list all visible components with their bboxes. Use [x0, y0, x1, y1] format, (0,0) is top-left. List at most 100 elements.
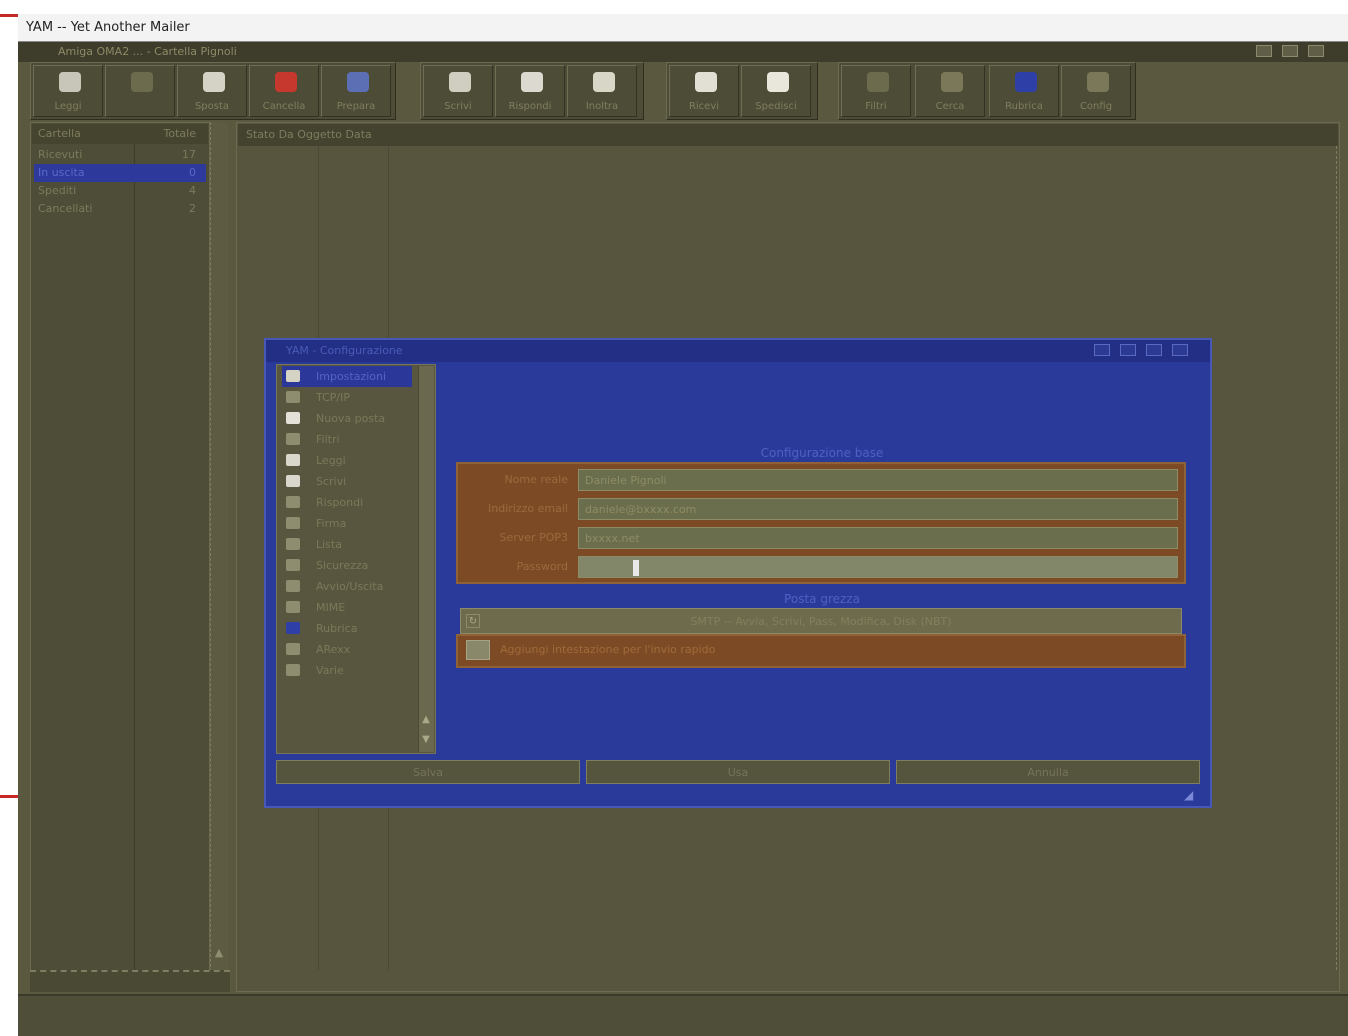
marker-line-top — [0, 14, 20, 17]
toolbar-button-reply[interactable]: Rispondi — [495, 65, 565, 117]
basic-config-form: Nome reale Daniele Pignoli Indirizzo ema… — [456, 462, 1186, 584]
toolbar-label-read: Leggi — [54, 101, 82, 112]
folder-item-deleted[interactable]: Cancellati 2 — [34, 200, 206, 218]
nav-item-list[interactable]: Lista — [282, 534, 412, 555]
form-row-realname: Nome reale Daniele Pignoli — [458, 466, 1184, 494]
folder-count: 17 — [182, 148, 196, 161]
newmail-icon — [286, 412, 300, 424]
screen-close-gadget[interactable] — [1308, 45, 1324, 57]
folder-list-header: Cartella Totale — [32, 124, 208, 144]
config-dialog-title-bar[interactable]: YAM - Configurazione — [266, 340, 1210, 362]
folder-item-outgoing[interactable]: In uscita 0 — [34, 164, 206, 182]
nav-label: Avvio/Uscita — [316, 580, 384, 593]
nav-item-startup[interactable]: Avvio/Uscita — [282, 576, 412, 597]
outer-window-title: YAM -- Yet Another Mailer — [18, 14, 1348, 42]
folder-item-sent[interactable]: Spediti 4 — [34, 182, 206, 200]
toolbar-label-move: Sposta — [194, 101, 230, 112]
cycle-gadget-icon[interactable]: ↻ — [466, 614, 480, 628]
nav-item-addressbook[interactable]: Rubrica — [282, 618, 412, 639]
dialog-iconify-gadget[interactable] — [1146, 344, 1162, 356]
pop3-server-field[interactable]: bxxxx.net — [578, 527, 1178, 549]
config-nav-items: Impostazioni TCP/IP Nuova posta Filtri L… — [278, 366, 418, 696]
nav-item-arexx[interactable]: ARexx — [282, 639, 412, 660]
nav-item-read[interactable]: Leggi — [282, 450, 412, 471]
folder-label: Spediti — [38, 184, 77, 197]
nav-item-filters[interactable]: Filtri — [282, 429, 412, 450]
screen-depth-gadget[interactable] — [1256, 45, 1272, 57]
screen-title-bar[interactable]: Amiga OMA2 ... - Cartella Pignoli — [18, 42, 1348, 62]
nav-scroll-up-arrow-icon[interactable]: ▲ — [418, 714, 434, 730]
cancel-button[interactable]: Annulla — [896, 760, 1200, 784]
nav-label: Lista — [316, 538, 342, 551]
use-button[interactable]: Usa — [586, 760, 890, 784]
nav-item-settings[interactable]: Impostazioni — [282, 366, 412, 387]
toolbar-button-read[interactable]: Leggi — [33, 65, 103, 117]
form-row-pop3: Server POP3 bxxxx.net — [458, 524, 1184, 552]
toolbar-button-write[interactable]: Scrivi — [423, 65, 493, 117]
password-label: Password — [516, 560, 568, 573]
screen-zoom-gadget[interactable] — [1282, 45, 1298, 57]
resize-handle-icon[interactable]: ◢ — [1184, 788, 1202, 804]
config-nav-scrollbar[interactable] — [418, 366, 434, 752]
receive-icon — [695, 72, 717, 92]
read-mail-icon — [59, 72, 81, 92]
folder-item-received[interactable]: Ricevuti 17 — [34, 146, 206, 164]
toolbar-button-addressbook[interactable]: Rubrica — [989, 65, 1059, 117]
toolbar-label-addressbook: Rubrica — [1005, 101, 1043, 112]
toolbar-button-edit[interactable] — [105, 65, 175, 117]
folder-list-scrollbar[interactable] — [210, 122, 228, 992]
email-field[interactable]: daniele@bxxxx.com — [578, 498, 1178, 520]
nav-label: MIME — [316, 601, 346, 614]
toolbar-button-send[interactable]: Spedisci — [741, 65, 811, 117]
realname-field[interactable]: Daniele Pignoli — [578, 469, 1178, 491]
toolbar-button-forward[interactable]: Inoltra — [567, 65, 637, 117]
dialog-depth-gadget[interactable] — [1094, 344, 1110, 356]
smtp-mode-cycle[interactable]: SMTP -- Avvia, Scrivi, Pass, Modifica, D… — [460, 608, 1182, 634]
text-cursor — [633, 560, 639, 576]
nav-item-security[interactable]: Sicurezza — [282, 555, 412, 576]
toolbar-label-write: Scrivi — [444, 101, 472, 112]
dialog-zoom-gadget[interactable] — [1120, 344, 1136, 356]
nav-item-newmail[interactable]: Nuova posta — [282, 408, 412, 429]
folder-header-name[interactable]: Cartella — [38, 124, 81, 144]
password-field[interactable] — [578, 556, 1178, 578]
form-row-email: Indirizzo email daniele@bxxxx.com — [458, 495, 1184, 523]
nav-label: Varie — [316, 664, 344, 677]
list-icon — [286, 538, 300, 550]
main-toolbar: Leggi Sposta Cancella Prepara Scrivi Ris… — [30, 62, 1140, 120]
nav-item-reply[interactable]: Rispondi — [282, 492, 412, 513]
arexx-icon — [286, 643, 300, 655]
addressbook-icon — [1015, 72, 1037, 92]
message-list-header[interactable]: Stato Da Oggetto Data — [238, 124, 1338, 146]
toolbar-button-delete[interactable]: Cancella — [249, 65, 319, 117]
security-icon — [286, 559, 300, 571]
nav-item-tcpip[interactable]: TCP/IP — [282, 387, 412, 408]
toolbar-group-transfer: Ricevi Spedisci — [666, 62, 818, 120]
folder-header-count[interactable]: Totale — [164, 124, 196, 144]
settings-icon — [286, 370, 300, 382]
toolbar-label-reply: Rispondi — [508, 101, 552, 112]
startup-icon — [286, 580, 300, 592]
nav-item-misc[interactable]: Varie — [282, 660, 412, 681]
folder-horizontal-scrollbar[interactable] — [30, 970, 230, 992]
folder-column-divider — [134, 144, 135, 970]
toolbar-button-compose[interactable]: Prepara — [321, 65, 391, 117]
dialog-close-gadget[interactable] — [1172, 344, 1188, 356]
nav-item-write[interactable]: Scrivi — [282, 471, 412, 492]
toolbar-button-move[interactable]: Sposta — [177, 65, 247, 117]
toolbar-button-search[interactable]: Cerca — [915, 65, 985, 117]
misc-icon — [286, 664, 300, 676]
signature-icon — [286, 517, 300, 529]
compose-icon — [347, 72, 369, 92]
nav-scroll-down-arrow-icon[interactable]: ▼ — [418, 734, 434, 750]
add-header-checkbox[interactable] — [466, 640, 490, 660]
folder-count: 4 — [189, 184, 196, 197]
folder-scroll-up-arrow-icon[interactable]: ▲ — [210, 946, 228, 964]
nav-item-signature[interactable]: Firma — [282, 513, 412, 534]
save-button[interactable]: Salva — [276, 760, 580, 784]
toolbar-button-receive[interactable]: Ricevi — [669, 65, 739, 117]
nav-item-mime[interactable]: MIME — [282, 597, 412, 618]
toolbar-button-filter[interactable]: Filtri — [841, 65, 911, 117]
message-list-scrollbar[interactable] — [1336, 146, 1346, 970]
toolbar-button-config[interactable]: Config — [1061, 65, 1131, 117]
